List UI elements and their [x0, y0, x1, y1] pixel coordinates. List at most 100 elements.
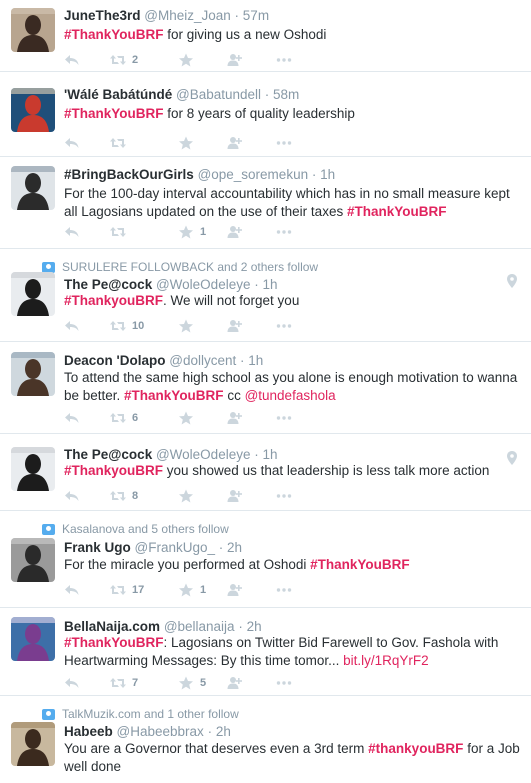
- timestamp[interactable]: 1h: [262, 277, 277, 292]
- favorite-button[interactable]: [178, 410, 200, 426]
- hashtag-link[interactable]: #ThankYouBRF: [64, 635, 164, 650]
- location-icon[interactable]: [507, 274, 517, 288]
- follow-button[interactable]: [226, 52, 242, 68]
- tweet[interactable]: Kasalanova and 5 others follow Frank Ugo …: [0, 511, 531, 608]
- timestamp[interactable]: 57m: [243, 8, 269, 23]
- location-icon[interactable]: [507, 451, 517, 465]
- more-button[interactable]: [276, 135, 292, 151]
- hashtag-link[interactable]: #thankyouBRF: [368, 741, 463, 756]
- follow-button[interactable]: [226, 675, 242, 691]
- tweet[interactable]: SURULERE FOLLOWBACK and 2 others follow T…: [0, 249, 531, 342]
- follow-button[interactable]: [226, 135, 242, 151]
- screen-name[interactable]: @Habeebbrax: [117, 724, 204, 739]
- avatar[interactable]: [11, 352, 55, 396]
- tweet[interactable]: The Pe@cock @WoleOdeleye · 1h #ThankyouBR…: [0, 434, 531, 511]
- reply-button[interactable]: [64, 582, 80, 598]
- display-name[interactable]: The Pe@cock: [64, 447, 152, 462]
- favorite-button[interactable]: [178, 135, 200, 151]
- timestamp[interactable]: 1h: [248, 353, 263, 368]
- retweet-icon: [110, 53, 126, 67]
- timestamp[interactable]: 2h: [216, 724, 231, 739]
- reply-button[interactable]: [64, 675, 80, 691]
- tweet[interactable]: #BringBackOurGirls @ope_soremekun · 1h Fo…: [0, 157, 531, 249]
- hashtag-link[interactable]: #ThankYouBRF: [347, 204, 447, 219]
- reply-button[interactable]: [64, 135, 80, 151]
- tweet[interactable]: JuneThe3rd @Mheiz_Joan · 57m #ThankYouBRF…: [0, 0, 531, 72]
- avatar[interactable]: [11, 538, 55, 582]
- retweet-button[interactable]: 7: [110, 675, 138, 691]
- more-button[interactable]: [276, 582, 292, 598]
- more-button[interactable]: [276, 318, 292, 334]
- screen-name[interactable]: @WoleOdeleye: [156, 277, 251, 292]
- avatar[interactable]: [11, 447, 55, 491]
- avatar[interactable]: [11, 272, 55, 316]
- more-button[interactable]: [276, 675, 292, 691]
- retweet-button[interactable]: 8: [110, 488, 138, 504]
- more-button[interactable]: [276, 488, 292, 504]
- display-name[interactable]: The Pe@cock: [64, 277, 152, 292]
- display-name[interactable]: Deacon 'Dolapo: [64, 353, 165, 368]
- hashtag-link[interactable]: #ThankyouBRF: [64, 293, 163, 308]
- follow-button[interactable]: [226, 224, 242, 240]
- favorite-button[interactable]: [178, 318, 200, 334]
- avatar[interactable]: [11, 8, 55, 52]
- display-name[interactable]: BellaNaija.com: [64, 619, 160, 634]
- display-name[interactable]: 'Wálé Babátúndé: [64, 87, 172, 102]
- timestamp[interactable]: 1h: [320, 167, 335, 182]
- reply-button[interactable]: [64, 488, 80, 504]
- screen-name[interactable]: @FrankUgo_: [135, 540, 216, 555]
- tweet[interactable]: TalkMuzik.com and 1 other follow Habeeb @…: [0, 696, 531, 783]
- retweet-button[interactable]: 10: [110, 318, 144, 334]
- timestamp[interactable]: 2h: [247, 619, 262, 634]
- avatar[interactable]: [11, 722, 55, 766]
- avatar[interactable]: [11, 88, 55, 132]
- more-button[interactable]: [276, 410, 292, 426]
- avatar[interactable]: [11, 166, 55, 210]
- display-name[interactable]: Frank Ugo: [64, 540, 131, 555]
- follow-button[interactable]: [226, 318, 242, 334]
- display-name[interactable]: #BringBackOurGirls: [64, 167, 194, 182]
- tweet[interactable]: 'Wálé Babátúndé @Babatundell · 58m #Thank…: [0, 72, 531, 157]
- screen-name[interactable]: @dollycent: [169, 353, 236, 368]
- follow-button[interactable]: [226, 488, 242, 504]
- favorite-button[interactable]: [178, 488, 200, 504]
- retweet-button[interactable]: [110, 135, 132, 151]
- mention-link[interactable]: @tundefashola: [245, 388, 336, 403]
- reply-button[interactable]: [64, 318, 80, 334]
- favorite-button[interactable]: 5: [178, 675, 206, 691]
- retweet-button[interactable]: 6: [110, 410, 138, 426]
- follow-button[interactable]: [226, 410, 242, 426]
- timestamp[interactable]: 1h: [262, 447, 277, 462]
- mention-link[interactable]: bit.ly/1RqYrF2: [343, 653, 429, 668]
- timestamp[interactable]: 2h: [227, 540, 242, 555]
- tweet[interactable]: Deacon 'Dolapo @dollycent · 1h To attend …: [0, 342, 531, 434]
- reply-button[interactable]: [64, 52, 80, 68]
- favorite-button[interactable]: [178, 52, 200, 68]
- screen-name[interactable]: @Babatundell: [176, 87, 261, 102]
- hashtag-link[interactable]: #ThankYouBRF: [64, 27, 164, 42]
- retweet-button[interactable]: [110, 224, 132, 240]
- retweet-button[interactable]: 17: [110, 582, 144, 598]
- reply-button[interactable]: [64, 410, 80, 426]
- reply-button[interactable]: [64, 224, 80, 240]
- hashtag-link[interactable]: #ThankyouBRF: [64, 463, 163, 478]
- retweet-button[interactable]: 2: [110, 52, 138, 68]
- hashtag-link[interactable]: #ThankYouBRF: [124, 388, 224, 403]
- hashtag-link[interactable]: #ThankYouBRF: [64, 106, 164, 121]
- screen-name[interactable]: @Mheiz_Joan: [144, 8, 231, 23]
- screen-name[interactable]: @bellanaija: [164, 619, 235, 634]
- display-name[interactable]: Habeeb: [64, 724, 113, 739]
- reply-icon: [64, 225, 80, 239]
- hashtag-link[interactable]: #ThankYouBRF: [310, 557, 410, 572]
- more-button[interactable]: [276, 224, 292, 240]
- favorite-button[interactable]: 1: [178, 224, 206, 240]
- tweet[interactable]: BellaNaija.com @bellanaija · 2h #ThankYou…: [0, 608, 531, 696]
- display-name[interactable]: JuneThe3rd: [64, 8, 141, 23]
- avatar[interactable]: [11, 617, 55, 661]
- favorite-button[interactable]: 1: [178, 582, 206, 598]
- more-button[interactable]: [276, 52, 292, 68]
- screen-name[interactable]: @ope_soremekun: [198, 167, 309, 182]
- follow-button[interactable]: [226, 582, 242, 598]
- screen-name[interactable]: @WoleOdeleye: [156, 447, 251, 462]
- timestamp[interactable]: 58m: [273, 87, 299, 102]
